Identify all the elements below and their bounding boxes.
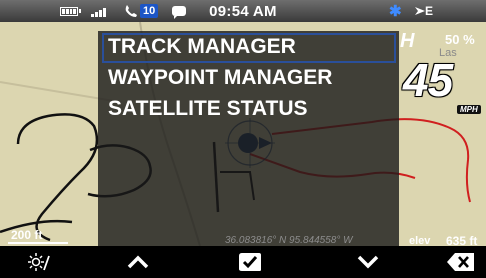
chevron-down-icon (357, 255, 379, 269)
day-night-button[interactable] (14, 246, 74, 278)
gauge-panel: H Las 50 % 45 MPH (399, 27, 486, 246)
missed-call-count: 10 (140, 4, 159, 18)
day-night-icon (28, 253, 56, 271)
scale-bar (8, 242, 68, 244)
network-type: E (425, 4, 434, 18)
speed-unit: MPH (457, 105, 481, 114)
missed-call-indicator: 10 (124, 0, 159, 22)
scroll-up-button[interactable] (108, 246, 168, 278)
select-button[interactable] (220, 246, 280, 278)
chevron-up-icon (127, 255, 149, 269)
network-indicator: E (415, 0, 433, 22)
status-bar: 10 09:54 AM ✱ E (0, 0, 486, 22)
scroll-down-button[interactable] (338, 246, 398, 278)
signal-strength-icon (91, 0, 106, 22)
delete-icon (447, 253, 474, 271)
battery-icon (60, 6, 78, 16)
zoom-level: 50 % (445, 32, 475, 47)
phone-icon (125, 5, 137, 17)
menu-overlay: TRACK MANAGER WAYPOINT MANAGER SATELLITE… (98, 31, 399, 248)
bottom-nav (0, 246, 486, 278)
battery-indicator (60, 0, 81, 22)
menu-item-track-manager[interactable]: TRACK MANAGER (102, 33, 396, 63)
map-scale: 200 ft (11, 228, 43, 242)
message-icon (172, 6, 186, 19)
arrow-right-icon (415, 7, 425, 15)
map-info-bar: 200 ft 36.083816° N 95.844558° W elev 63… (0, 226, 486, 248)
checkmark-icon (239, 253, 261, 271)
message-indicator (172, 0, 186, 22)
speed-value: 45 (403, 54, 453, 106)
menu-item-satellite-status[interactable]: SATELLITE STATUS (104, 97, 308, 123)
heading-indicator: H (400, 30, 415, 52)
bluetooth-icon: ✱ (389, 3, 402, 20)
device-screen: 10 09:54 AM ✱ E TRACK MANAGER WAYPOINT M… (0, 0, 486, 278)
delete-button[interactable] (438, 246, 484, 278)
menu-item-waypoint-manager[interactable]: WAYPOINT MANAGER (104, 66, 332, 92)
coordinates: 36.083816° N 95.844558° W (225, 235, 353, 246)
